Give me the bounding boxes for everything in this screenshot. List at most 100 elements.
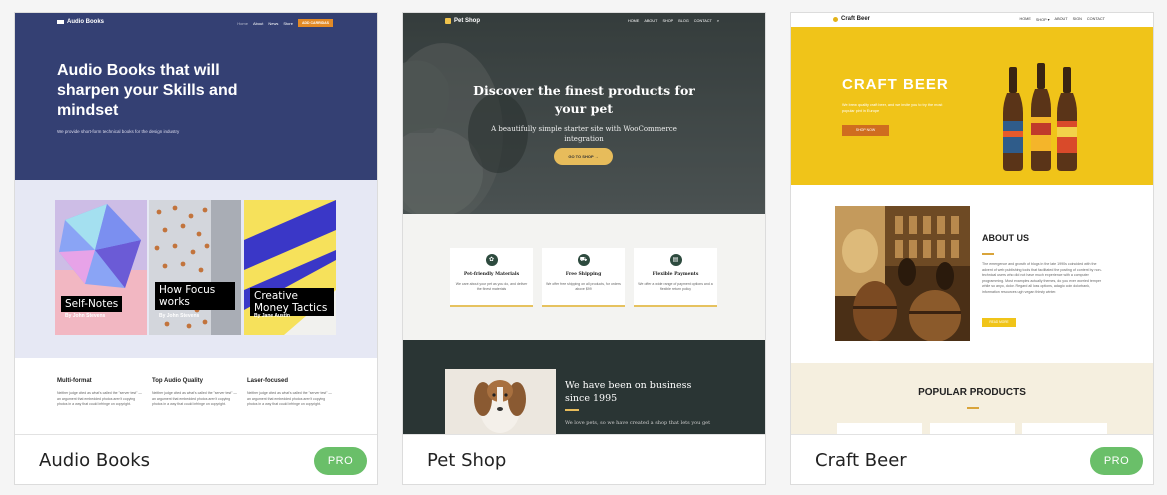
feature-text: Neither judge cited as what's called the…: [247, 391, 332, 406]
template-name[interactable]: Craft Beer: [815, 450, 907, 471]
feature-title: Laser-focused: [247, 378, 289, 384]
book-title: Creative Money Tactics: [250, 288, 334, 316]
feature-text: We offer a wide range of payment options…: [638, 282, 713, 291]
book-cover: How Focus works By John Stevens: [149, 200, 241, 335]
hero-section: Pet Shop HOME ABOUT SHOP BLOG CONTACT ⌕ …: [403, 13, 765, 214]
nav-item-contact: CONTACT: [1086, 17, 1105, 21]
shop-now-button: SHOP NOW: [842, 125, 889, 136]
feature-title: Top Audio Quality: [152, 378, 203, 384]
feature-item: Top Audio Quality Neither judge cited as…: [152, 378, 237, 408]
search-icon: ⌕: [716, 19, 719, 23]
nav-item-about: About: [252, 20, 264, 26]
logo-icon: [57, 20, 64, 24]
product-card: [837, 423, 922, 434]
books-section: Self-Notes By John Stevens How Focus wor…: [15, 180, 377, 358]
product-card: [1022, 423, 1107, 434]
puppy-photo: [445, 369, 556, 434]
divider: [982, 253, 994, 255]
pro-badge: PRO: [314, 447, 367, 475]
template-card-audio-books[interactable]: Audio Books Home About News Store ADD CA…: [14, 12, 378, 485]
hero-section: Audio Books Home About News Store ADD CA…: [15, 13, 377, 180]
go-to-shop-button: GO TO SHOP →: [554, 148, 613, 165]
feature-text: Neither judge cited as what's called the…: [152, 391, 237, 406]
feature-text: We offer free shipping on all products, …: [546, 282, 621, 291]
hero-section: CRAFT BEER We brew quality craft beer, a…: [791, 27, 1153, 185]
hero-title: Audio Books that will sharpen your Skill…: [57, 62, 238, 119]
feature-box: ✿ Pet-friendly Materials We care about y…: [450, 248, 533, 307]
divider: [967, 407, 979, 409]
feature-item: Multi-format Neither judge cited as what…: [57, 378, 142, 408]
leaf-icon: ✿: [485, 254, 498, 266]
nav-cta-button: ADD CARRIDAS: [297, 19, 333, 27]
book-author: By John Stevens: [159, 313, 200, 319]
features-section: ✿ Pet-friendly Materials We care about y…: [403, 214, 765, 340]
site-header: Craft Beer HOME SHOP ▾ ABOUT SIGN CONTAC…: [791, 13, 1153, 27]
hero-subtitle: We brew quality craft beer, and we invit…: [842, 103, 943, 113]
book-author: By Jane Austin: [254, 313, 290, 319]
feature-text: Neither judge cited as what's called the…: [57, 391, 142, 406]
site-logo: Craft Beer: [833, 16, 870, 22]
feature-title: Flexible Payments: [652, 272, 699, 277]
feature-text: We care about your pet as you do, and de…: [455, 282, 528, 291]
business-title: We have been on business since 1995: [565, 380, 692, 404]
feature-box: ⛟ Free Shipping We offer free shipping o…: [542, 248, 625, 307]
site-logo: Pet Shop: [445, 18, 480, 24]
template-preview[interactable]: Craft Beer HOME SHOP ▾ ABOUT SIGN CONTAC…: [791, 13, 1153, 434]
template-preview[interactable]: Pet Shop HOME ABOUT SHOP BLOG CONTACT ⌕ …: [403, 13, 765, 434]
book-title: How Focus works: [155, 282, 235, 310]
nav-item-blog: BLOG: [678, 19, 689, 23]
site-nav: HOME ABOUT SHOP BLOG CONTACT ⌕: [628, 19, 719, 23]
template-preview[interactable]: Audio Books Home About News Store ADD CA…: [15, 13, 377, 434]
card-footer: Pet Shop: [403, 434, 765, 484]
hero-subtitle: We provide short-form technical books fo…: [57, 129, 180, 134]
nav-item-home: Home: [237, 20, 248, 26]
feature-title: Free Shipping: [565, 272, 602, 277]
feature-item: Laser-focused Neither judge cited as wha…: [247, 378, 332, 408]
nav-item-contact: CONTACT: [693, 19, 712, 23]
nav-item-shop: SHOP: [662, 19, 674, 23]
business-text: We love pets, so we have created a shop …: [565, 420, 711, 426]
book-cover: Self-Notes By John Stevens: [55, 200, 147, 335]
popular-title: POPULAR PRODUCTS: [918, 387, 1026, 398]
site-nav: Home About News Store ADD CARRIDAS: [237, 19, 333, 27]
about-section: ABOUT US The emergence and growth of blo…: [791, 185, 1153, 363]
about-title: ABOUT US: [982, 233, 1029, 243]
template-name[interactable]: Pet Shop: [427, 450, 506, 471]
card-footer: Craft Beer PRO: [791, 434, 1153, 484]
nav-item-about: ABOUT: [644, 19, 658, 23]
hero-title: CRAFT BEER: [842, 76, 949, 93]
site-logo: Audio Books: [57, 19, 104, 25]
book-author: By John Stevens: [65, 313, 106, 319]
popular-products-section: POPULAR PRODUCTS: [791, 363, 1153, 434]
nav-item-news: News: [268, 20, 279, 26]
truck-icon: ⛟: [577, 254, 590, 266]
bar-photo: [835, 206, 970, 341]
site-nav: HOME SHOP ▾ ABOUT SIGN CONTACT: [1019, 17, 1105, 22]
feature-title: Multi-format: [57, 378, 92, 384]
puppy-art: [445, 369, 556, 434]
hero-subtitle: A beautifully simple starter site with W…: [491, 125, 677, 143]
template-card-craft-beer[interactable]: Craft Beer HOME SHOP ▾ ABOUT SIGN CONTAC…: [790, 12, 1154, 485]
bar-art: [835, 206, 970, 341]
template-name[interactable]: Audio Books: [39, 450, 150, 471]
beer-bottles-image: [1003, 63, 1077, 171]
about-text: The emergence and growth of blogs in the…: [982, 262, 1102, 294]
nav-item-sign: SIGN: [1072, 17, 1082, 21]
book-cover: Creative Money Tactics By Jane Austin: [244, 200, 336, 335]
product-card: [930, 423, 1015, 434]
template-card-pet-shop[interactable]: Pet Shop HOME ABOUT SHOP BLOG CONTACT ⌕ …: [402, 12, 766, 485]
paw-icon: [445, 18, 451, 24]
nav-item-shop: SHOP ▾: [1035, 18, 1050, 22]
nav-item-home: HOME: [627, 19, 640, 23]
nav-item-home: HOME: [1019, 17, 1031, 21]
card-footer: Audio Books PRO: [15, 434, 377, 484]
feature-title: Pet-friendly Materials: [463, 272, 520, 277]
features-section: Multi-format Neither judge cited as what…: [15, 358, 377, 434]
template-grid: Audio Books Home About News Store ADD CA…: [0, 0, 1167, 495]
nav-item-about: ABOUT: [1054, 17, 1068, 21]
card-icon: ▤: [669, 254, 682, 266]
business-section: We have been on business since 1995 We l…: [403, 340, 765, 434]
divider: [565, 409, 579, 411]
feature-box: ▤ Flexible Payments We offer a wide rang…: [634, 248, 717, 307]
nav-item-store: Store: [283, 20, 293, 26]
